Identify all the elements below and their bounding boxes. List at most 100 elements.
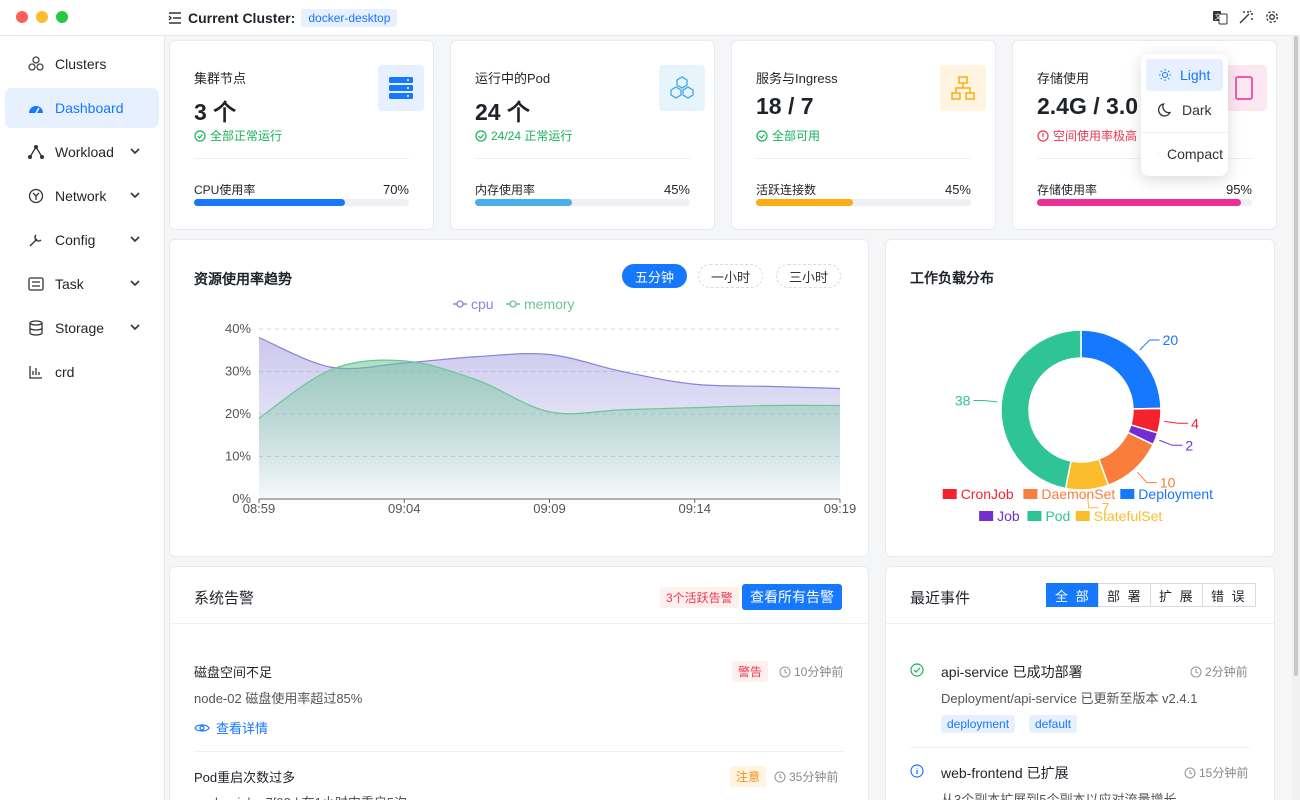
eye-icon: [194, 723, 210, 732]
task-icon: [27, 275, 45, 293]
legend-swatch-pod: [1027, 511, 1042, 521]
stat-card-pods[interactable]: 运行中的Pod 24 个 24/24 正常运行 内存使用率 45%: [450, 40, 715, 230]
legend-label-cpu: cpu: [471, 296, 494, 312]
events-tab-scale[interactable]: 扩 展: [1150, 583, 1204, 607]
clock-icon: [774, 770, 786, 783]
stat-value: 24 个: [475, 99, 530, 125]
check-circle-icon: [756, 129, 768, 142]
menu-fold-icon[interactable]: [168, 11, 182, 25]
divider: [1141, 132, 1228, 133]
chevron-down-icon[interactable]: [129, 233, 141, 245]
gear-icon[interactable]: [1264, 9, 1280, 25]
resource-trend-card: 资源使用率趋势 五分钟 一小时 三小时 0% 10% 20% 30% 40% 08:59 0…: [169, 239, 869, 557]
alert-details-link[interactable]: 查看详情: [194, 718, 268, 737]
sidebar-item-crd[interactable]: crd: [5, 352, 159, 392]
tab-three-hours[interactable]: 三小时: [776, 264, 842, 288]
stat-card-services[interactable]: 服务与Ingress 18 / 7 全部可用 活跃连接数 45%: [731, 40, 996, 230]
info-circle-icon: [910, 764, 924, 778]
theme-compact-option[interactable]: Compact: [1146, 138, 1223, 170]
events-tab-deploy[interactable]: 部 署: [1098, 583, 1152, 607]
check-circle-icon: [475, 129, 487, 142]
trend-chart: 0%10%20%30%40%08:59 09:04 09:09 09:14 09:19c…: [225, 296, 856, 516]
metric-percent: 45%: [663, 182, 690, 197]
slice-label: 38: [955, 393, 971, 409]
theme-dark-option[interactable]: Dark: [1146, 94, 1223, 126]
chevron-down-icon[interactable]: [129, 189, 141, 201]
x-tick-label: 09:04: [388, 501, 421, 516]
window-close-button[interactable]: [16, 11, 28, 23]
y-tick-label: 30%: [225, 364, 251, 379]
sidebar-item-config[interactable]: Config: [5, 220, 159, 260]
cluster-name-tag[interactable]: docker-desktop: [301, 9, 398, 27]
storage-icon: [27, 319, 45, 337]
title-bar: Current Cluster: docker-desktop 文: [0, 0, 1300, 36]
magic-wand-icon[interactable]: [1238, 9, 1254, 25]
sitemap-icon: [940, 65, 986, 111]
tab-five-minutes[interactable]: 五分钟: [622, 264, 688, 288]
stat-status: 全部可用: [756, 127, 820, 144]
stat-status-text: 全部正常运行: [210, 129, 283, 143]
recent-events-card: 最近事件 全 部 部 署 扩 展 错 误 api-service 已成功部署 2…: [885, 566, 1275, 800]
legend-label-cronjob: CronJob: [961, 486, 1014, 502]
alert-details-text: 查看详情: [216, 721, 269, 736]
chevron-down-icon[interactable]: [129, 145, 141, 157]
sidebar-item-workload[interactable]: Workload: [5, 132, 159, 172]
cluster-label: Current Cluster:: [188, 10, 296, 26]
stat-title: 服务与Ingress: [756, 71, 838, 86]
y-tick-label: 20%: [225, 406, 251, 421]
chevron-down-icon[interactable]: [129, 321, 141, 333]
divider: [194, 751, 844, 752]
x-tick-label: 09:14: [678, 501, 711, 516]
events-tab-all[interactable]: 全 部: [1046, 583, 1100, 607]
chevron-down-icon[interactable]: [129, 277, 141, 289]
exclamation-circle-icon: [1037, 129, 1049, 142]
alert-level-badge: 注意: [730, 766, 767, 787]
events-tab-error[interactable]: 错 误: [1202, 583, 1256, 607]
moon-icon: [1158, 103, 1172, 117]
event-title: api-service 已成功部署: [941, 664, 1083, 680]
sidebar-item-network[interactable]: Network: [5, 176, 159, 216]
scrollbar-thumb[interactable]: [1294, 36, 1298, 676]
section-title: 资源使用率趋势: [194, 271, 292, 287]
legend-swatch-daemonset: [1023, 489, 1038, 499]
stat-card-nodes[interactable]: 集群节点 3 个 全部正常运行 CPU使用率 70%: [169, 40, 434, 230]
sidebar-item-storage[interactable]: Storage: [5, 308, 159, 348]
metric-percent: 45%: [944, 182, 971, 197]
slice-label-line: [1164, 420, 1189, 424]
compress-icon: [1158, 153, 1159, 155]
tab-one-hour[interactable]: 一小时: [698, 264, 764, 288]
theme-option-label: Compact: [1166, 146, 1223, 162]
active-alerts-badge: 3个活跃告警: [660, 587, 739, 608]
sidebar-item-task[interactable]: Task: [5, 264, 159, 304]
check-circle-icon: [910, 663, 924, 677]
event-tag[interactable]: deployment: [941, 715, 1016, 733]
workload-icon: [27, 143, 45, 161]
theme-light-option[interactable]: Light: [1146, 59, 1223, 91]
progress-bar-fill: [756, 199, 853, 206]
clusters-icon: [27, 55, 45, 73]
window-maximize-button[interactable]: [56, 11, 68, 23]
translate-icon[interactable]: 文: [1212, 9, 1228, 25]
legend-label-daemonset: DaemonSet: [1041, 486, 1115, 502]
stat-value: 2.4G / 3.0: [1037, 93, 1139, 119]
sidebar-item-dashboard[interactable]: Dashboard: [5, 88, 159, 128]
stat-value: 3 个: [194, 99, 237, 125]
crd-icon: [27, 363, 45, 381]
system-alerts-card: 系统告警 3个活跃告警 查看所有告警 磁盘空间不足 警告 10分钟前 node-…: [169, 566, 869, 800]
view-all-alerts-button[interactable]: 查看所有告警: [742, 584, 842, 610]
alert-level-badge: 警告: [732, 661, 769, 682]
event-time-text: 15分钟前: [1199, 766, 1249, 780]
event-title: web-frontend 已扩展: [941, 765, 1069, 781]
server-icon: [378, 65, 424, 111]
slice-label-line: [1137, 471, 1157, 484]
sidebar-item-label: Task: [55, 276, 84, 292]
stat-status-text: 空间使用率极高: [1053, 129, 1138, 143]
alert-title: Pod重启次数过多: [194, 770, 296, 785]
event-tag[interactable]: default: [1029, 715, 1078, 733]
network-icon: [27, 187, 45, 205]
sidebar-item-clusters[interactable]: Clusters: [5, 44, 159, 84]
alert-description: node-02 磁盘使用率超过85%: [194, 691, 363, 706]
workload-distribution-card: 工作负载分布 20 4 2 10 7 38 CronJob DaemonSet Deployme…: [885, 239, 1275, 557]
scrollbar[interactable]: [1292, 36, 1300, 800]
window-minimize-button[interactable]: [36, 11, 48, 23]
